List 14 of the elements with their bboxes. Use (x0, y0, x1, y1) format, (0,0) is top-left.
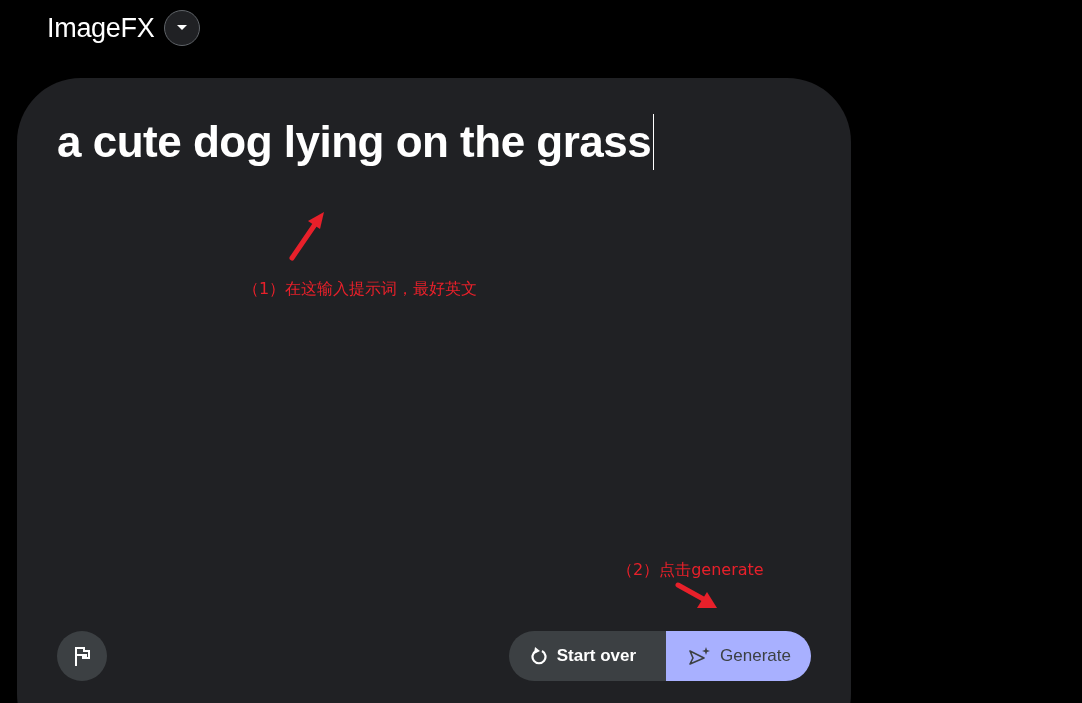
start-over-button[interactable]: Start over (508, 631, 667, 681)
report-button[interactable] (57, 631, 107, 681)
send-sparkle-icon (688, 647, 711, 665)
app-title: ImageFX (47, 12, 155, 44)
annotation-arrow (286, 211, 326, 263)
flag-icon (72, 645, 92, 667)
refresh-icon (530, 647, 547, 665)
caret-icon (177, 25, 188, 31)
annotation-text: （1）在这输入提示词，最好英文 (243, 279, 478, 300)
generate-button[interactable]: Generate (666, 631, 811, 681)
annotation-arrow (675, 582, 719, 610)
dropdown-button[interactable] (164, 10, 201, 46)
prompt-field[interactable]: a cute dog lying on the grass (57, 114, 655, 170)
annotation-text: （2）点击generate (617, 560, 764, 581)
